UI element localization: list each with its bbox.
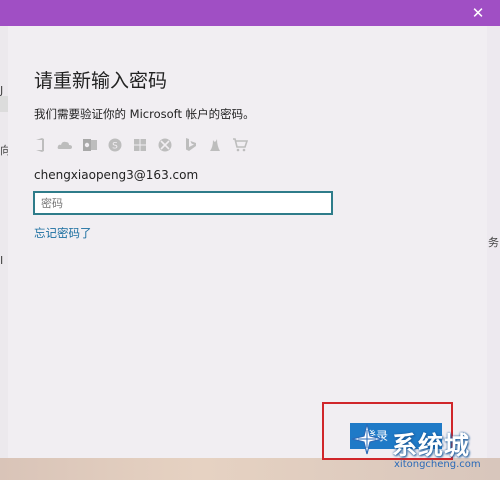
skype-icon: S [107,138,123,152]
account-email: chengxiaopeng3@163.com [34,168,199,182]
outlook-icon [82,138,98,152]
background-char: 务 [488,236,499,249]
password-input[interactable] [33,191,333,215]
watermark-text: 系统城 [392,431,471,460]
background-char: I [0,254,4,267]
background-divider [0,96,8,112]
office-icon [32,138,48,152]
close-button[interactable]: ✕ [468,3,488,23]
watermark-url: xitongcheng.com [394,459,481,470]
bing-icon [182,138,198,152]
dialog-title: 请重新输入密码 [34,70,168,92]
xbox-icon [157,138,173,152]
onedrive-icon [57,138,73,152]
background-window-left: J 向 I [0,26,11,480]
svg-text:S: S [112,142,118,152]
store-icon [232,138,248,152]
background-window-right: 务 [487,26,500,480]
product-icons: S [32,138,248,152]
watermark-logo-icon [351,423,383,455]
dialog-subtitle: 我们需要验证你的 Microsoft 帐户的密码。 [34,107,255,121]
msn-icon [207,138,223,152]
forgot-password-link[interactable]: 忘记密码了 [34,225,92,241]
title-bar: ✕ [0,0,500,26]
windows-icon [132,138,148,152]
